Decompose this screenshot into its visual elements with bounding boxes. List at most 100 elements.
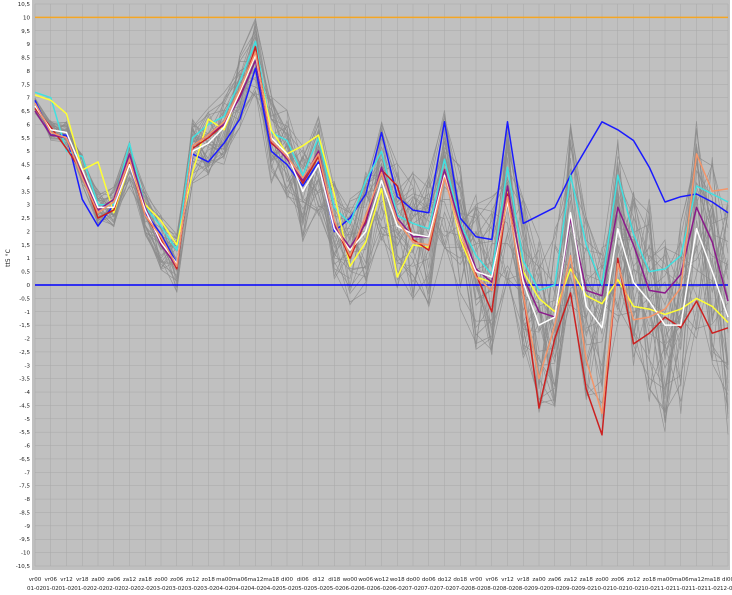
- y-tick-label: -1,5: [19, 323, 30, 329]
- x-axis-ticks: vr0001-02vr0601-02vr1201-02vr1801-02za00…: [27, 577, 732, 592]
- x-tick-label: ma18: [263, 577, 279, 583]
- y-tick-label: -2,5: [19, 350, 30, 356]
- x-tick-label: ma12: [248, 577, 264, 583]
- x-tick-label: za12: [564, 577, 577, 583]
- x-tick-label: zo18: [643, 577, 657, 583]
- x-tick-label: do18: [453, 577, 467, 583]
- x-tick-date: 07-02: [405, 586, 421, 592]
- x-tick-date: 10-02: [594, 586, 610, 592]
- y-tick-label: -6: [25, 444, 31, 450]
- x-tick-date: 10-02: [641, 586, 657, 592]
- x-tick-date: 03-02: [153, 586, 169, 592]
- x-tick-label: za12: [123, 577, 136, 583]
- x-tick-date: 06-02: [358, 586, 374, 592]
- x-tick-date: 11-02: [704, 586, 720, 592]
- x-tick-label: ma00: [216, 577, 232, 583]
- x-tick-label: di06: [297, 577, 310, 583]
- y-tick-label: 10: [23, 15, 30, 21]
- x-tick-date: 09-02: [563, 586, 579, 592]
- x-tick-label: wo12: [374, 577, 389, 583]
- x-tick-label: ma12: [689, 577, 705, 583]
- x-tick-label: vr18: [517, 577, 530, 583]
- y-tick-label: 8,5: [21, 56, 30, 62]
- x-tick-label: za00: [91, 577, 105, 583]
- y-tick-label: 7: [27, 96, 31, 102]
- x-tick-date: 04-02: [248, 586, 264, 592]
- y-tick-label: 7,5: [21, 82, 30, 88]
- x-tick-date: 05-02: [295, 586, 311, 592]
- x-tick-label: zo12: [627, 577, 640, 583]
- y-tick-label: -10,5: [16, 564, 31, 570]
- x-tick-label: wo18: [390, 577, 405, 583]
- x-tick-date: 06-02: [342, 586, 358, 592]
- y-tick-label: -1: [25, 310, 30, 316]
- x-tick-date: 05-02: [311, 586, 327, 592]
- y-tick-label: 4,5: [21, 163, 30, 169]
- x-tick-label: wo06: [358, 577, 373, 583]
- x-tick-label: zo06: [170, 577, 184, 583]
- y-tick-label: 1,5: [21, 243, 30, 249]
- x-tick-label: vr00: [470, 577, 483, 583]
- x-tick-label: zo00: [595, 577, 609, 583]
- x-tick-label: do06: [422, 577, 436, 583]
- x-tick-label: vr12: [60, 577, 73, 583]
- x-tick-label: vr06: [44, 577, 57, 583]
- x-tick-label: vr00: [29, 577, 42, 583]
- x-tick-label: vr18: [76, 577, 89, 583]
- x-tick-date: 10-02: [610, 586, 626, 592]
- x-tick-date: 11-02: [689, 586, 705, 592]
- y-tick-label: 1: [27, 256, 31, 262]
- y-tick-label: -3,5: [19, 377, 30, 383]
- x-tick-date: 12-02: [720, 586, 732, 592]
- y-tick-label: -6,5: [19, 457, 30, 463]
- y-tick-label: -2: [25, 337, 30, 343]
- y-tick-label: -8,5: [19, 510, 30, 516]
- y-tick-label: -5,5: [19, 430, 30, 436]
- x-tick-label: ma18: [704, 577, 720, 583]
- x-tick-date: 04-02: [232, 586, 248, 592]
- x-tick-label: zo18: [202, 577, 216, 583]
- ensemble-line-chart: 10,5109,598,587,576,565,554,543,532,521,…: [5, 0, 732, 592]
- y-tick-label: -9: [25, 524, 31, 530]
- y-tick-label: -8: [25, 497, 31, 503]
- x-tick-label: di00: [722, 577, 732, 583]
- x-tick-date: 01-02: [27, 586, 43, 592]
- y-tick-label: 8: [27, 69, 31, 75]
- x-tick-label: zo06: [611, 577, 625, 583]
- x-tick-label: di12: [312, 577, 324, 583]
- y-tick-label: 2,5: [21, 216, 30, 222]
- x-tick-date: 02-02: [137, 586, 153, 592]
- x-tick-date: 01-02: [43, 586, 59, 592]
- x-tick-label: ma06: [673, 577, 689, 583]
- x-tick-date: 08-02: [484, 586, 500, 592]
- x-tick-date: 04-02: [263, 586, 279, 592]
- y-tick-label: -10: [21, 551, 30, 557]
- y-tick-label: -0,5: [19, 296, 30, 302]
- x-tick-date: 08-02: [468, 586, 484, 592]
- x-tick-label: za06: [548, 577, 562, 583]
- x-tick-label: di18: [328, 577, 341, 583]
- y-tick-label: 9,5: [21, 29, 30, 35]
- x-tick-label: zo00: [154, 577, 168, 583]
- y-tick-label: 6,5: [21, 109, 30, 115]
- x-tick-date: 02-02: [122, 586, 138, 592]
- x-tick-date: 08-02: [515, 586, 531, 592]
- x-tick-label: di00: [281, 577, 294, 583]
- x-tick-date: 03-02: [200, 586, 216, 592]
- y-tick-label: 5: [27, 149, 31, 155]
- y-tick-label: 0: [27, 283, 31, 289]
- x-tick-date: 11-02: [673, 586, 689, 592]
- y-tick-label: 4: [27, 176, 31, 182]
- x-tick-date: 07-02: [452, 586, 468, 592]
- y-tick-label: 9: [27, 42, 31, 48]
- x-tick-date: 09-02: [547, 586, 563, 592]
- y-axis-label: tt5 °C: [5, 249, 12, 267]
- x-tick-label: do12: [438, 577, 452, 583]
- x-tick-date: 05-02: [326, 586, 342, 592]
- x-tick-label: za00: [532, 577, 546, 583]
- y-tick-label: -3: [25, 363, 31, 369]
- y-tick-label: 3: [27, 203, 31, 209]
- x-tick-date: 10-02: [626, 586, 642, 592]
- y-tick-label: 3,5: [21, 189, 30, 195]
- x-tick-date: 05-02: [279, 586, 295, 592]
